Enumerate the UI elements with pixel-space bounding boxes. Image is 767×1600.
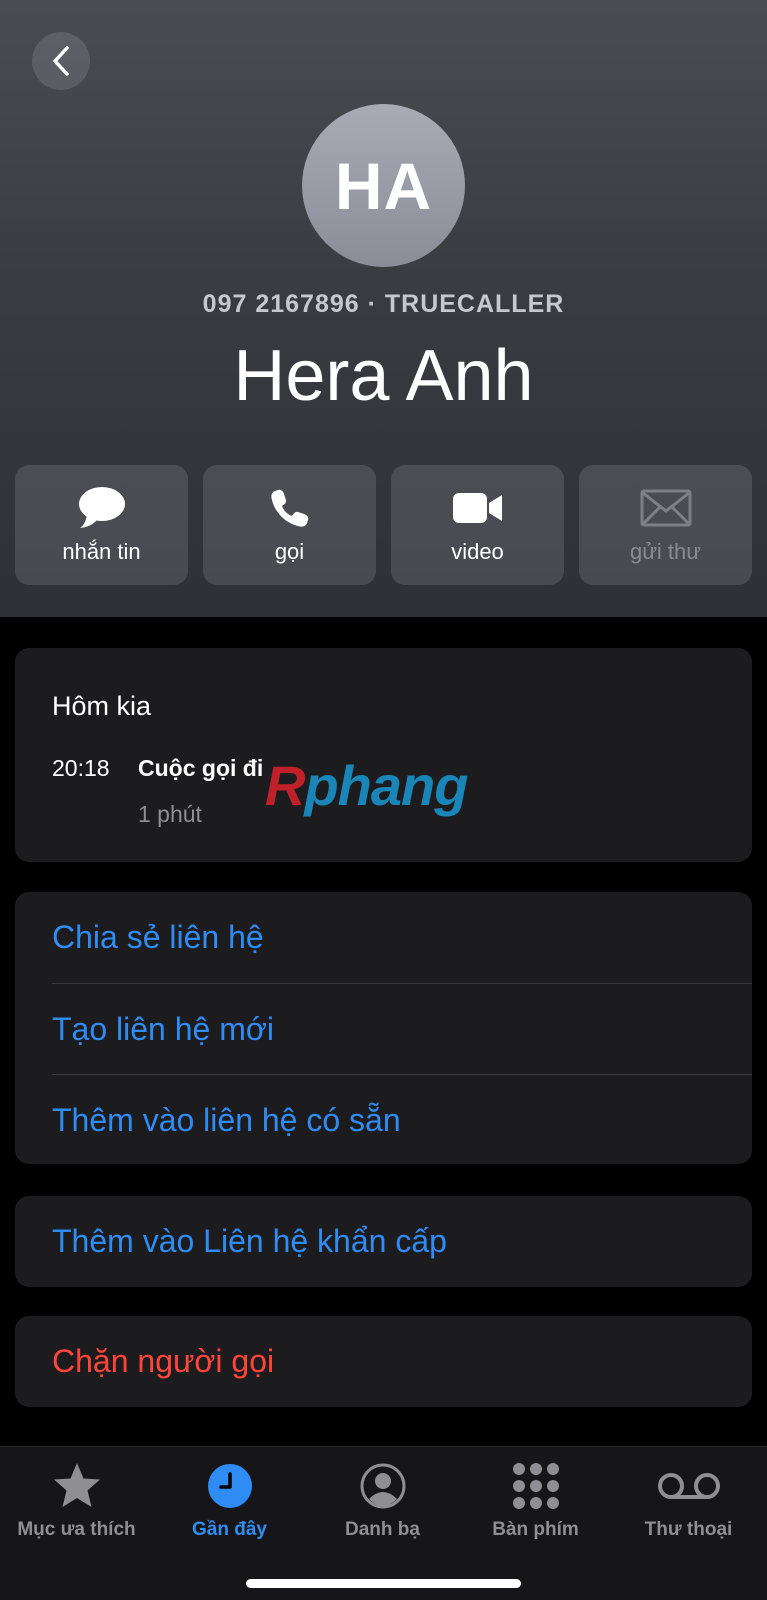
video-button[interactable]: video bbox=[391, 465, 564, 585]
emergency-contact-card: Thêm vào Liên hệ khẩn cấp bbox=[15, 1196, 752, 1287]
block-caller-button[interactable]: Chặn người gọi bbox=[15, 1316, 752, 1407]
create-contact-button[interactable]: Tạo liên hệ mới bbox=[52, 983, 752, 1074]
chevron-left-icon bbox=[53, 46, 69, 76]
back-button[interactable] bbox=[32, 32, 90, 90]
call-time: 20:18 bbox=[52, 755, 110, 781]
block-caller-card: Chặn người gọi bbox=[15, 1316, 752, 1407]
tab-favorites[interactable]: Mục ưa thích bbox=[0, 1459, 153, 1541]
message-button[interactable]: nhắn tin bbox=[15, 465, 188, 585]
watermark-logo: Rphang bbox=[265, 754, 468, 817]
call-button-label: gọi bbox=[274, 539, 305, 564]
tab-favorites-label: Mục ưa thích bbox=[17, 1519, 136, 1540]
share-contact-button[interactable]: Chia sẻ liên hệ bbox=[52, 892, 752, 983]
message-button-label: nhắn tin bbox=[62, 539, 141, 564]
envelope-icon bbox=[640, 489, 691, 527]
tab-keypad-label: Bàn phím bbox=[492, 1519, 579, 1540]
tab-keypad[interactable]: Bàn phím bbox=[459, 1459, 612, 1541]
message-bubble-icon bbox=[78, 487, 125, 528]
star-icon bbox=[53, 1463, 100, 1507]
video-button-label: video bbox=[451, 539, 504, 564]
phone-icon bbox=[270, 489, 308, 527]
tab-bar: Mục ưa thích Gần đây Danh bạ Bàn phím Th… bbox=[0, 1446, 767, 1600]
call-button[interactable]: gọi bbox=[203, 465, 376, 585]
tab-recents[interactable]: Gần đây bbox=[153, 1459, 306, 1541]
recent-call-card: Hôm kia 20:18 Cuộc gọi đi 1 phút Rphang bbox=[15, 648, 752, 862]
contact-subtitle: 097 2167896 · TRUECALLER bbox=[202, 290, 565, 318]
call-day: Hôm kia bbox=[52, 691, 152, 721]
contact-header: HA 097 2167896 · TRUECALLER Hera Anh nhắ… bbox=[0, 0, 767, 617]
voicemail-icon bbox=[657, 1473, 720, 1499]
call-duration: 1 phút bbox=[138, 801, 202, 827]
mail-button-label: gửi thư bbox=[629, 539, 702, 564]
avatar: HA bbox=[302, 104, 465, 267]
call-type: Cuộc gọi đi bbox=[138, 755, 264, 781]
video-camera-icon bbox=[452, 493, 502, 523]
contact-icon bbox=[360, 1463, 405, 1509]
tab-contacts[interactable]: Danh bạ bbox=[306, 1459, 459, 1541]
add-emergency-contact-button[interactable]: Thêm vào Liên hệ khẩn cấp bbox=[15, 1196, 752, 1287]
tab-contacts-label: Danh bạ bbox=[345, 1519, 420, 1540]
tab-voicemail[interactable]: Thư thoại bbox=[612, 1459, 765, 1541]
contact-name: Hera Anh bbox=[233, 336, 534, 416]
clock-icon bbox=[207, 1464, 252, 1508]
add-to-existing-contact-button[interactable]: Thêm vào liên hệ có sẵn bbox=[52, 1074, 752, 1165]
home-indicator bbox=[246, 1579, 521, 1588]
contact-options-card: Chia sẻ liên hệ Tạo liên hệ mới Thêm vào… bbox=[15, 892, 752, 1164]
mail-button[interactable]: gửi thư bbox=[579, 465, 752, 585]
quick-actions: nhắn tin gọi video gửi thư bbox=[15, 465, 752, 585]
tab-voicemail-label: Thư thoại bbox=[644, 1519, 733, 1540]
keypad-icon bbox=[512, 1463, 559, 1509]
tab-recents-label: Gần đây bbox=[192, 1519, 267, 1540]
